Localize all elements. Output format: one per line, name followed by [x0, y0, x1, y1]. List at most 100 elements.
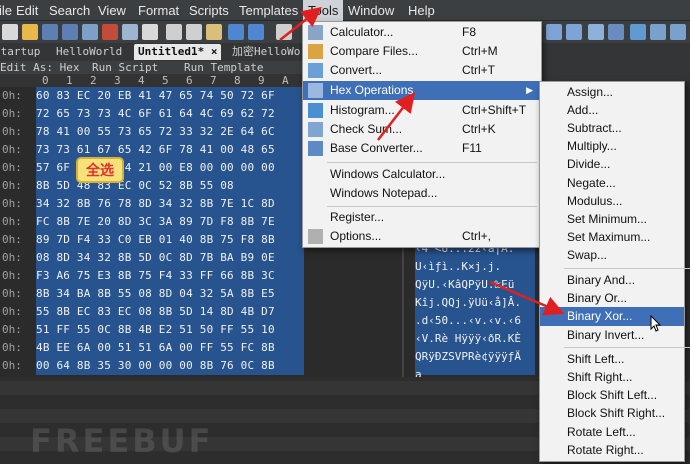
col-6: 6 [186, 74, 193, 87]
menu-rotate-right[interactable]: Rotate Right... [540, 441, 684, 460]
hex-operations-icon [308, 83, 323, 98]
cut-icon[interactable] [166, 24, 182, 40]
print-preview-icon[interactable] [122, 24, 138, 40]
menu-window[interactable]: Window [343, 0, 399, 21]
row-address: 0h: [2, 251, 22, 264]
find-icon[interactable] [276, 24, 292, 40]
close-icon[interactable]: × [211, 45, 218, 58]
menu-check-sum[interactable]: Check Sum... Ctrl+K [303, 120, 541, 139]
copy-icon[interactable] [186, 24, 202, 40]
menu-set-minimum[interactable]: Set Minimum... [540, 210, 684, 229]
row-address: 0h: [2, 341, 22, 354]
hex-op-icon[interactable] [546, 24, 562, 40]
insert-icon[interactable] [566, 24, 582, 40]
checksum-icon [308, 122, 323, 137]
menu-windows-calculator[interactable]: Windows Calculator... [303, 165, 541, 184]
menu-shift-right[interactable]: Shift Right... [540, 368, 684, 387]
paste-icon[interactable] [206, 24, 222, 40]
menu-histogram[interactable]: Histogram... Ctrl+Shift+T [303, 101, 541, 120]
ascii-row[interactable]: ‹V.Rè Hÿÿÿ‹ðR.KÈ [415, 330, 545, 348]
redo-icon[interactable] [248, 24, 264, 40]
hex-row[interactable]: 4B EE 6A 00 51 51 6A 00 FF 55 FC 8B [36, 339, 402, 357]
properties-icon[interactable] [142, 24, 158, 40]
menu-block-shift-right[interactable]: Block Shift Right... [540, 404, 684, 423]
ascii-row[interactable]: .d‹50...‹v.‹v.‹6 [415, 312, 545, 330]
menu-rotate-left[interactable]: Rotate Left... [540, 423, 684, 442]
ascii-row[interactable]: Kîj.QQj.ÿUü‹å]Â. [415, 294, 545, 312]
tab-untitled1[interactable]: Untitled1* × [134, 44, 222, 60]
close-file-icon[interactable] [102, 24, 118, 40]
menu-modulus[interactable]: Modulus... [540, 192, 684, 211]
menu-divide[interactable]: Divide... [540, 155, 684, 174]
ascii-row[interactable]: U‹ìƒì..K×j.j. [415, 258, 545, 276]
print-icon[interactable] [82, 24, 98, 40]
tools-menu: Calculator... F8 Compare Files... Ctrl+M C… [302, 21, 542, 248]
row-address: 0h: [2, 305, 22, 318]
row-address: 0h: [2, 233, 22, 246]
menu-help[interactable]: Help [403, 0, 440, 21]
save-icon[interactable] [42, 24, 58, 40]
menu-scripts[interactable]: Scripts [184, 0, 234, 21]
save-all-icon[interactable] [62, 24, 78, 40]
menu-separator [327, 206, 537, 207]
new-file-icon[interactable] [2, 24, 18, 40]
menu-windows-notepad[interactable]: Windows Notepad... [303, 184, 541, 203]
menu-templates[interactable]: Templates [234, 0, 303, 21]
menu-base-converter[interactable]: Base Converter... F11 [303, 139, 541, 158]
open-folder-icon[interactable] [22, 24, 38, 40]
hex-row[interactable]: 00 64 8B 35 30 00 00 00 8B 76 0C 8B [36, 357, 402, 375]
menu-compare-files[interactable]: Compare Files... Ctrl+M [303, 42, 541, 61]
menu-subtract[interactable]: Subtract... [540, 119, 684, 138]
menu-negate[interactable]: Negate... [540, 174, 684, 193]
edit-as-dropdown[interactable]: Edit As: Hex [0, 61, 79, 74]
undo-icon[interactable] [228, 24, 244, 40]
menu-block-shift-left[interactable]: Block Shift Left... [540, 386, 684, 405]
menu-tools[interactable]: Tools [303, 0, 344, 21]
tab-bar-right [542, 43, 690, 81]
col-5: 5 [162, 74, 169, 87]
hex-row[interactable]: 08 8D 34 32 8B 5D 0C 8D 7B BA B9 0E [36, 249, 402, 267]
menu-multiply[interactable]: Multiply... [540, 137, 684, 156]
percent-icon[interactable] [588, 24, 604, 40]
menu-binary-or[interactable]: Binary Or... [540, 289, 684, 308]
menu-set-maximum[interactable]: Set Maximum... [540, 228, 684, 247]
menu-shift-left[interactable]: Shift Left... [540, 350, 684, 369]
hex-row[interactable]: F3 A6 75 E3 8B 75 F4 33 FF 66 8B 3C [36, 267, 402, 285]
ascii-rows[interactable]: ‹4°<U...2z‹â|Å. U‹ìƒì..K×j.j. QÿU.‹KâQPÿU.… [415, 240, 545, 384]
hex-row[interactable]: 8B 34 BA 8B 55 08 8D 04 32 5A 8B E5 [36, 285, 402, 303]
menu-swap[interactable]: Swap... [540, 246, 684, 265]
tab-helloworld[interactable]: HelloWorld [52, 44, 126, 60]
run-template-button[interactable]: Run Template [184, 61, 263, 74]
histogram-icon[interactable] [630, 24, 646, 40]
menu-format[interactable]: Format [133, 0, 184, 21]
col-7: 7 [210, 74, 217, 87]
menu-binary-xor[interactable]: Binary Xor... [540, 307, 684, 326]
menu-assign[interactable]: Assign... [540, 83, 684, 102]
address-column: 0h: 0h: 0h: 0h: 0h: 0h: 0h: 0h: 0h: 0h: 0h: 0h: 0h: 0… [0, 87, 36, 377]
hex-row[interactable]: 55 8B EC 83 EC 08 8B 5D 14 8D 4B D7 [36, 303, 402, 321]
toolbar-right [542, 21, 690, 43]
menu-add[interactable]: Add... [540, 101, 684, 120]
menu-search[interactable]: Search [44, 0, 95, 21]
menu-binary-invert[interactable]: Binary Invert... [540, 326, 684, 345]
menu-hex-operations[interactable]: Hex Operations ▶ [303, 81, 541, 100]
tab-startup[interactable]: Startup [0, 44, 44, 60]
menu-options[interactable]: Options... Ctrl+, [303, 227, 541, 246]
menu-binary-and[interactable]: Binary And... [540, 271, 684, 290]
ascii-row[interactable]: QÿU.‹KâQPÿU.‰Eü [415, 276, 545, 294]
menu-register[interactable]: Register... [303, 208, 541, 227]
watermark-logo: FREEBUF [30, 422, 214, 460]
hex-row[interactable]: 51 FF 55 0C 8B 4B E2 51 50 FF 55 10 [36, 321, 402, 339]
menu-edit[interactable]: Edit [11, 0, 43, 21]
tab-encrypted-helloworld[interactable]: 加密HelloWo [228, 44, 304, 60]
run-script-button[interactable]: Run Script [92, 61, 158, 74]
base-converter-icon[interactable] [670, 24, 686, 40]
menu-convert[interactable]: Convert... Ctrl+T [303, 61, 541, 80]
calculator-icon[interactable] [608, 24, 624, 40]
ascii-row[interactable]: QRÿÐZSVPRè¢ÿÿÿƒÄ [415, 348, 545, 366]
editor-toolbar: Edit As: Hex Run Script Run Template [0, 61, 310, 74]
menu-view[interactable]: View [93, 0, 131, 21]
checksum-icon[interactable] [650, 24, 666, 40]
menu-calculator[interactable]: Calculator... F8 [303, 23, 541, 42]
col-4: 4 [138, 74, 145, 87]
